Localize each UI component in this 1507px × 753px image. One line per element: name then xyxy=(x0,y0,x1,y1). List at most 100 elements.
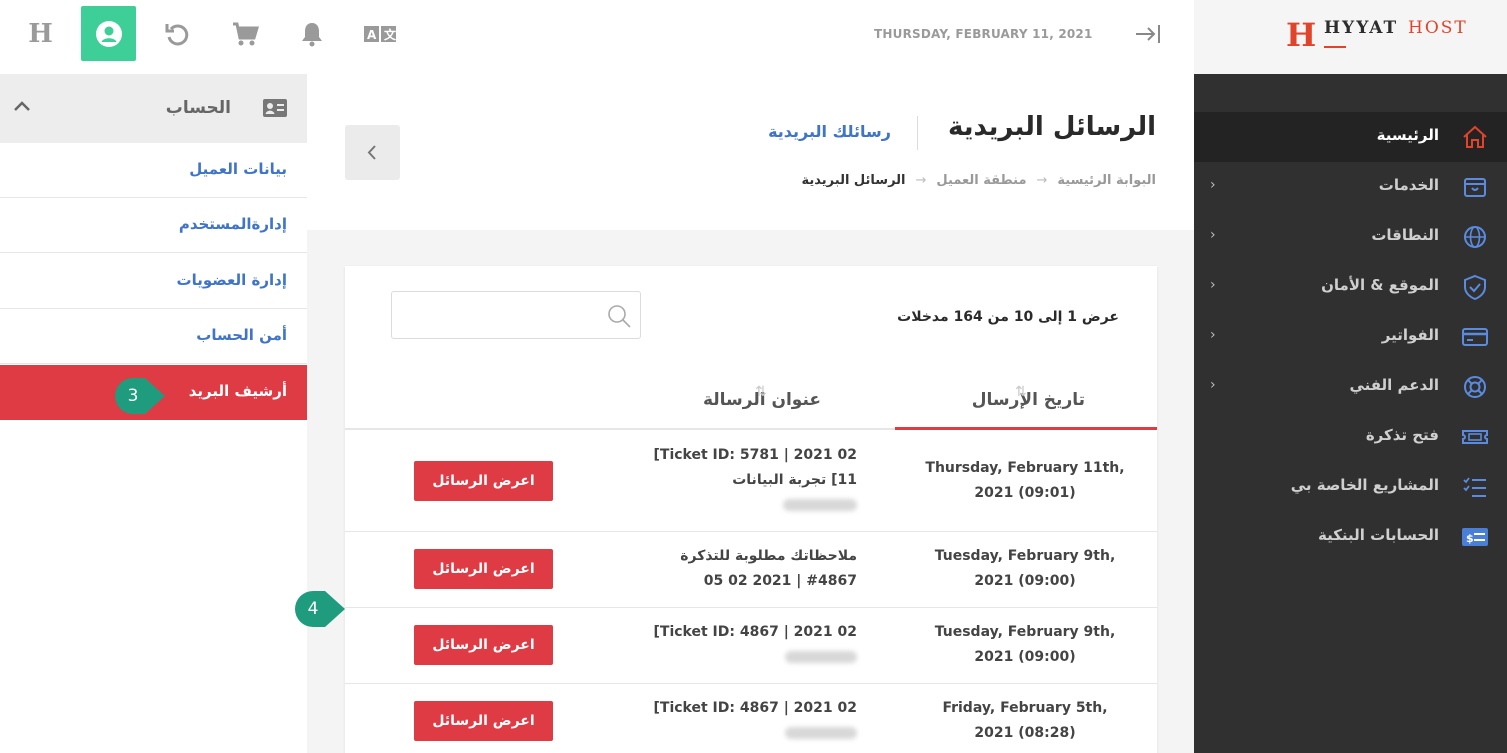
back-button[interactable] xyxy=(345,125,400,180)
subject-line: Ticket ID: 4867 | 2021 02] xyxy=(653,624,858,640)
date-line: Tuesday, February 9th, xyxy=(934,548,1116,564)
row-date: Thursday, February 11th, 2021 (09:01) xyxy=(923,456,1127,506)
sidebar-item-services[interactable]: › الخدمات xyxy=(1194,162,1507,212)
chevron-left-icon: › xyxy=(1210,227,1216,243)
account-item-label: بيانات العميل xyxy=(189,160,287,178)
sidebar-item-label: الفواتير xyxy=(1381,326,1439,344)
sidebar-item-invoices[interactable]: › الفواتير xyxy=(1194,312,1507,362)
chevron-up-icon[interactable] xyxy=(12,98,32,114)
globe-icon xyxy=(1464,226,1486,248)
subject-line: Ticket ID: 4867 | 2021 02] xyxy=(653,700,858,716)
collapse-sidebar-icon[interactable] xyxy=(1134,22,1162,46)
cart-icon xyxy=(232,22,259,45)
sidebar-item-label: فتح تذكرة xyxy=(1365,426,1439,444)
sidebar-item-label: الحسابات البنكية xyxy=(1317,526,1439,544)
lifebuoy-icon xyxy=(1464,376,1486,398)
home-icon xyxy=(1463,125,1487,148)
row-date: Tuesday, February 9th, 2021 (09:00) xyxy=(923,544,1127,594)
current-date: THURSDAY, FEBRUARY 11, 2021 xyxy=(874,27,1093,41)
sidebar-item-label: الرئيسية xyxy=(1376,126,1439,144)
chevron-left-icon xyxy=(367,145,376,160)
active-sort-underline xyxy=(895,427,1157,430)
redacted-text xyxy=(585,721,857,746)
account-item-security[interactable]: أمن الحساب xyxy=(0,309,307,364)
sort-icon[interactable]: ⇅ xyxy=(755,384,767,400)
account-item-client-details[interactable]: بيانات العميل xyxy=(0,143,307,198)
step-marker-4: 4 xyxy=(293,589,345,629)
account-button[interactable] xyxy=(81,6,136,61)
row-subject: Ticket ID: 5781 | 2021 02] 11] تجربة الب… xyxy=(585,443,857,518)
svg-text:A: A xyxy=(367,28,377,42)
table-row: Tuesday, February 9th, 2021 (09:00) ملاح… xyxy=(345,532,1157,608)
brand-logo[interactable]: H HYYAT HOST xyxy=(1286,14,1486,62)
table-row: Tuesday, February 9th, 2021 (09:00) Tick… xyxy=(345,608,1157,684)
redacted-text xyxy=(585,645,857,670)
logo-underline xyxy=(1324,46,1346,48)
language-button[interactable]: A 文 xyxy=(352,6,407,61)
top-bar: H A 文 THURSDAY, FEBRUARY 11, 2021 xyxy=(0,0,1194,74)
arrow-icon: → xyxy=(915,173,927,188)
account-item-user-management[interactable]: إدارةالمستخدم xyxy=(0,198,307,253)
redacted-text xyxy=(585,493,857,518)
bell-icon xyxy=(301,22,322,46)
page-title: الرسائل البريدية xyxy=(948,112,1156,142)
subject-line: ملاحظاتك مطلوبة للتذكرة xyxy=(680,548,857,564)
sidebar-item-bank-accounts[interactable]: الحسابات البنكية $ xyxy=(1194,512,1507,562)
bank-card-icon: $ xyxy=(1462,528,1488,546)
home-h-button[interactable]: H xyxy=(13,6,68,61)
refresh-icon xyxy=(165,23,188,45)
refresh-button[interactable] xyxy=(149,6,204,61)
cart-button[interactable] xyxy=(217,6,272,61)
subject-line: 11] تجربة البيانات xyxy=(732,472,857,488)
sidebar-item-label: الموقع & الأمان xyxy=(1321,276,1439,294)
table-row: Friday, February 5th, 2021 (08:28) Ticke… xyxy=(345,684,1157,753)
date-line: 2021 (09:01) xyxy=(974,485,1076,501)
box-icon xyxy=(1464,178,1486,197)
date-line: Thursday, February 11th, xyxy=(925,460,1125,476)
sidebar-item-home[interactable]: الرئيسية xyxy=(1194,112,1507,162)
column-header-date[interactable]: تاريخ الإرسال xyxy=(972,390,1085,410)
date-line: 2021 (08:28) xyxy=(974,725,1076,741)
account-item-label: إدارة العضويات xyxy=(176,271,287,289)
date-line: Tuesday, February 9th, xyxy=(934,624,1116,640)
chevron-left-icon: › xyxy=(1210,327,1216,343)
search-icon[interactable] xyxy=(606,303,632,329)
date-line: 2021 (09:00) xyxy=(974,573,1076,589)
sidebar-item-label: الدعم الفني xyxy=(1349,376,1439,394)
page-subtitle: رسائلك البريدية xyxy=(768,122,891,141)
account-item-label: أرشيف البريد xyxy=(188,382,287,400)
search-input[interactable] xyxy=(392,292,592,338)
logo-name-part1: HYYAT xyxy=(1324,18,1399,38)
sidebar-item-label: الخدمات xyxy=(1378,176,1439,194)
view-messages-button[interactable]: اعرض الرسائل xyxy=(414,461,553,501)
table-info: عرض 1 إلى 10 من 164 مدخلات xyxy=(897,309,1119,325)
notifications-button[interactable] xyxy=(284,6,339,61)
row-date: Friday, February 5th, 2021 (08:28) xyxy=(923,696,1127,746)
row-subject: Ticket ID: 4867 | 2021 02] xyxy=(585,620,857,670)
view-messages-button[interactable]: اعرض الرسائل xyxy=(414,625,553,665)
view-messages-button[interactable]: اعرض الرسائل xyxy=(414,549,553,589)
main-sidebar: H HYYAT HOST الرئيسية › الخدمات › النطاق… xyxy=(1194,0,1507,753)
chevron-left-icon: › xyxy=(1210,377,1216,393)
shield-icon xyxy=(1464,274,1486,300)
sidebar-item-site-security[interactable]: › الموقع & الأمان xyxy=(1194,262,1507,312)
row-subject: ملاحظاتك مطلوبة للتذكرة #4867 | 2021 02 … xyxy=(585,544,857,594)
table-header: تاريخ الإرسال ⇅ عنوان الرسالة ⇅ xyxy=(345,374,1157,430)
account-panel-header[interactable]: الحساب xyxy=(0,74,307,143)
chevron-left-icon: › xyxy=(1210,277,1216,293)
sidebar-item-support[interactable]: › الدعم الفني xyxy=(1194,362,1507,412)
breadcrumb-home[interactable]: البوابة الرئيسية xyxy=(1057,173,1156,188)
id-card-icon xyxy=(263,99,287,117)
step-number: 4 xyxy=(307,599,319,619)
account-item-label: أمن الحساب xyxy=(196,326,287,344)
sidebar-item-domains[interactable]: › النطاقات xyxy=(1194,212,1507,262)
account-item-memberships[interactable]: إدارة العضويات xyxy=(0,254,307,309)
sidebar-item-open-ticket[interactable]: فتح تذكرة xyxy=(1194,412,1507,462)
date-line: Friday, February 5th, xyxy=(942,700,1108,716)
breadcrumb-client-area[interactable]: منطقة العميل xyxy=(936,173,1026,188)
sidebar-item-my-projects[interactable]: المشاريع الخاصة بي xyxy=(1194,462,1507,512)
sort-icon[interactable]: ⇅ xyxy=(1015,384,1027,400)
view-messages-button[interactable]: اعرض الرسائل xyxy=(414,701,553,741)
breadcrumb: البوابة الرئيسية → منطقة العميل → الرسائل ال… xyxy=(802,173,1156,188)
step-marker-3: 3 xyxy=(113,376,165,416)
